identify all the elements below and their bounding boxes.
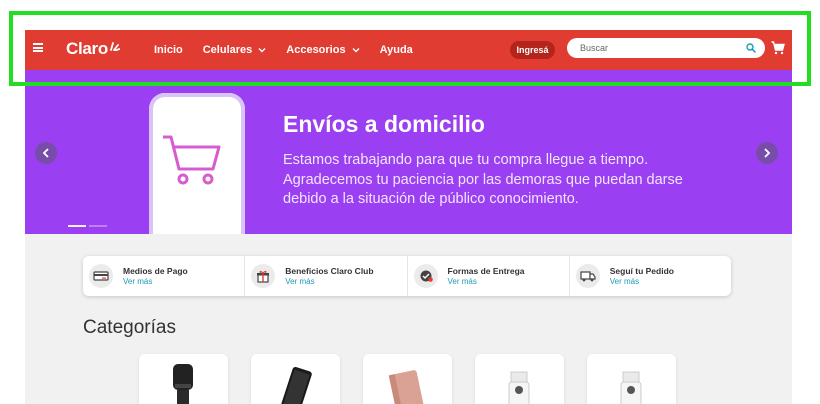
carousel-prev-button[interactable]	[35, 142, 57, 164]
category-card[interactable]	[475, 354, 564, 404]
carousel-dots	[68, 225, 110, 227]
carousel-next-button[interactable]	[756, 142, 778, 164]
chevron-left-icon	[42, 148, 49, 158]
nav-label: Inicio	[154, 44, 183, 56]
top-header: Claro Inicio Celulares Accesorios Ayuda	[25, 30, 792, 70]
nav-celulares[interactable]: Celulares	[203, 44, 267, 56]
delivery-icon	[413, 264, 438, 288]
search-input[interactable]	[580, 43, 730, 53]
search-icon[interactable]	[746, 43, 756, 53]
login-button[interactable]: Ingresá	[510, 41, 555, 59]
categories-title: Categorías	[83, 317, 176, 338]
category-card[interactable]	[587, 354, 676, 404]
page: Claro Inicio Celulares Accesorios Ayuda	[25, 30, 792, 404]
shopping-cart-icon	[163, 135, 221, 185]
claro-logo[interactable]: Claro	[66, 39, 120, 59]
truck-icon	[575, 264, 600, 288]
chevron-down-icon	[258, 48, 266, 53]
feature-title: Medios de Pago	[123, 266, 188, 276]
menu-icon[interactable]	[33, 43, 43, 52]
feature-formas-de-entrega[interactable]: Formas de Entrega Ver más	[408, 256, 570, 296]
nav-label: Ayuda	[379, 44, 413, 56]
search-box	[567, 38, 765, 58]
features-bar: Medios de Pago Ver más Beneficios Claro …	[83, 256, 731, 296]
feature-title: Seguí tu Pedido	[609, 266, 674, 276]
category-card[interactable]	[363, 354, 452, 404]
nav-label: Accesorios	[286, 44, 346, 56]
nav-ayuda[interactable]: Ayuda	[380, 44, 413, 56]
feature-title: Beneficios Claro Club	[285, 266, 374, 276]
chevron-right-icon	[764, 148, 771, 158]
powerbank-icon	[388, 370, 424, 404]
carousel-dot[interactable]	[68, 225, 86, 227]
feature-link[interactable]: Ver más	[285, 277, 373, 286]
banner-title: Envíos a domicilio	[283, 111, 485, 137]
gift-icon	[251, 264, 276, 288]
category-card[interactable]	[251, 354, 340, 404]
banner-text: Estamos trabajando para que tu compra ll…	[283, 152, 683, 207]
camera-icon	[508, 371, 530, 404]
logo-text: Claro	[66, 39, 108, 58]
cart-icon[interactable]	[771, 41, 785, 55]
feature-medios-de-pago[interactable]: Medios de Pago Ver más	[83, 256, 246, 296]
nav-accesorios[interactable]: Accesorios	[286, 44, 360, 56]
categories-row	[139, 354, 699, 404]
main-nav: Inicio Celulares Accesorios Ayuda	[154, 30, 433, 70]
feature-segui-tu-pedido[interactable]: Seguí tu Pedido Ver más	[570, 256, 731, 296]
carousel-dot[interactable]	[89, 225, 107, 227]
category-card[interactable]	[139, 354, 228, 404]
chevron-down-icon	[352, 48, 360, 53]
feature-link[interactable]: Ver más	[610, 277, 674, 286]
phone-illustration	[149, 93, 245, 234]
hero-banner[interactable]: Envíos a domicilio Estamos trabajando pa…	[25, 70, 792, 234]
nav-inicio[interactable]: Inicio	[154, 44, 183, 56]
feature-beneficios[interactable]: Beneficios Claro Club Ver más	[245, 256, 408, 296]
phone-icon	[280, 366, 312, 404]
logo-rays-icon	[110, 42, 120, 51]
nav-label: Celulares	[202, 44, 253, 56]
camera-icon	[620, 371, 642, 404]
smartwatch-icon	[173, 364, 193, 404]
credit-card-icon	[89, 264, 113, 288]
feature-title: Formas de Entrega	[447, 266, 525, 276]
feature-link[interactable]: Ver más	[123, 277, 188, 286]
feature-link[interactable]: Ver más	[448, 277, 525, 286]
